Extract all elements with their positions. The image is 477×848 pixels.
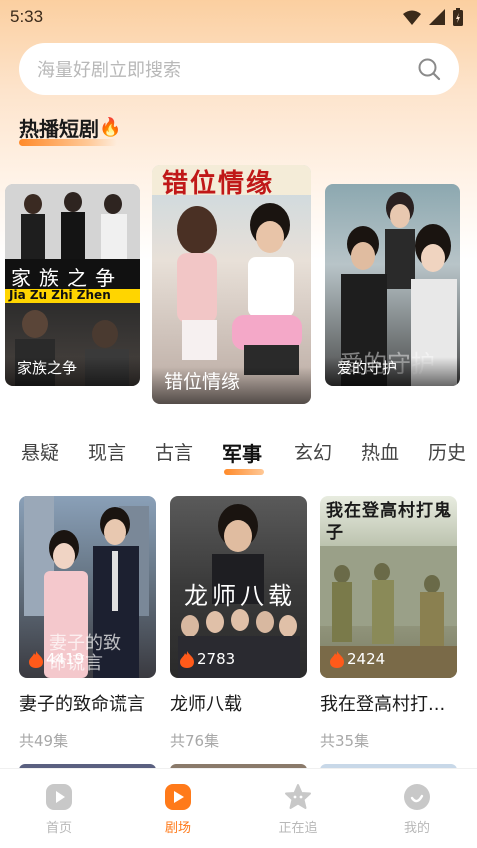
active-tab-indicator: [224, 469, 264, 475]
nav-label: 剧场: [164, 821, 191, 836]
theater-icon: [165, 784, 191, 810]
hot-card-label: 错位情缘: [152, 367, 311, 404]
tab-modern-romance[interactable]: 现言: [88, 438, 126, 465]
tab-ancient-romance[interactable]: 古言: [155, 438, 193, 465]
tab-suspense[interactable]: 悬疑: [21, 438, 59, 465]
drama-card-3[interactable]: 我在登高村打鬼子 2424 我在登高村打... 共35集: [320, 496, 457, 751]
heat-value: 4419: [46, 650, 85, 668]
poster-pinyin-text: Jia Zu Zhi Zhen: [9, 288, 111, 302]
episode-count: 共35集: [320, 732, 370, 750]
poster-title-text: 龙师八载: [184, 582, 296, 610]
tab-military[interactable]: 军事: [222, 438, 262, 467]
poster-title-text: 家族之争: [11, 266, 123, 290]
fire-icon: [180, 650, 194, 668]
drama-title[interactable]: 妻子的致命谎言: [19, 690, 156, 716]
hot-card-1[interactable]: 家族之争 Jia Zu Zhi Zhen 家族之争: [5, 184, 140, 386]
hot-card-label: 爱的守护: [325, 357, 460, 386]
section-title-text: 热播短剧: [19, 117, 99, 141]
search-input[interactable]: 海量好剧立即搜索: [37, 56, 417, 82]
fire-icon: [330, 650, 344, 668]
heat-count: 2424: [330, 650, 385, 668]
status-icons: [403, 8, 463, 26]
drama-poster[interactable]: 我在登高村打鬼子 2424: [320, 496, 457, 678]
drama-title[interactable]: 我在登高村打...: [320, 690, 457, 716]
poster-title-text: 错位情缘: [162, 169, 275, 199]
bottom-navigation: 首页 剧场 正在追 我的: [0, 768, 477, 848]
poster-title-text: 我在登高村打鬼子: [326, 501, 452, 543]
drama-card-2[interactable]: 龙师八载 2783 龙师八载 共76集: [170, 496, 307, 751]
tab-history[interactable]: 历史: [428, 438, 466, 465]
hot-card-3[interactable]: 爱的守护 爱的守护: [325, 184, 460, 386]
heat-count: 4419: [29, 650, 84, 668]
drama-poster[interactable]: 妻子的致命谎言 4419: [19, 496, 156, 678]
fire-emoji: 🔥: [99, 117, 122, 138]
episode-count: 共76集: [170, 732, 220, 750]
battery-icon: [453, 8, 463, 26]
heat-value: 2783: [197, 650, 236, 668]
hot-card-2[interactable]: 错位情缘 错位情缘: [152, 165, 311, 404]
search-icon[interactable]: [417, 57, 441, 81]
nav-label: 我的: [403, 821, 430, 836]
drama-poster[interactable]: 龙师八载 2783: [170, 496, 307, 678]
play-icon: [46, 784, 72, 810]
fire-icon: [29, 650, 43, 668]
wifi-icon: [403, 10, 421, 25]
category-tabs: 悬疑 现言 古言 军事 玄幻 热血 历史: [0, 438, 477, 478]
tab-fantasy[interactable]: 玄幻: [294, 438, 332, 465]
drama-card-1[interactable]: 妻子的致命谎言 4419 妻子的致命谎言 共49集: [19, 496, 156, 751]
nav-item-profile[interactable]: 我的: [377, 783, 457, 836]
nav-item-theater[interactable]: 剧场: [138, 783, 218, 836]
drama-title[interactable]: 龙师八载: [170, 690, 307, 716]
heat-value: 2424: [347, 650, 386, 668]
star-icon: [285, 784, 311, 809]
nav-item-home[interactable]: 首页: [19, 783, 99, 836]
status-time: 5:33: [10, 7, 44, 26]
nav-item-following[interactable]: 正在追: [258, 783, 338, 836]
hot-card-label: 家族之争: [5, 357, 140, 386]
tab-action[interactable]: 热血: [361, 438, 399, 465]
heat-count: 2783: [180, 650, 235, 668]
profile-icon: [404, 784, 430, 810]
nav-label: 正在追: [278, 821, 318, 836]
episode-count: 共49集: [19, 732, 69, 750]
signal-icon: [429, 9, 445, 25]
section-title: 热播短剧 🔥: [19, 113, 121, 142]
nav-label: 首页: [45, 821, 72, 836]
search-bar[interactable]: 海量好剧立即搜索: [19, 43, 459, 95]
status-bar: 5:33: [0, 0, 477, 34]
